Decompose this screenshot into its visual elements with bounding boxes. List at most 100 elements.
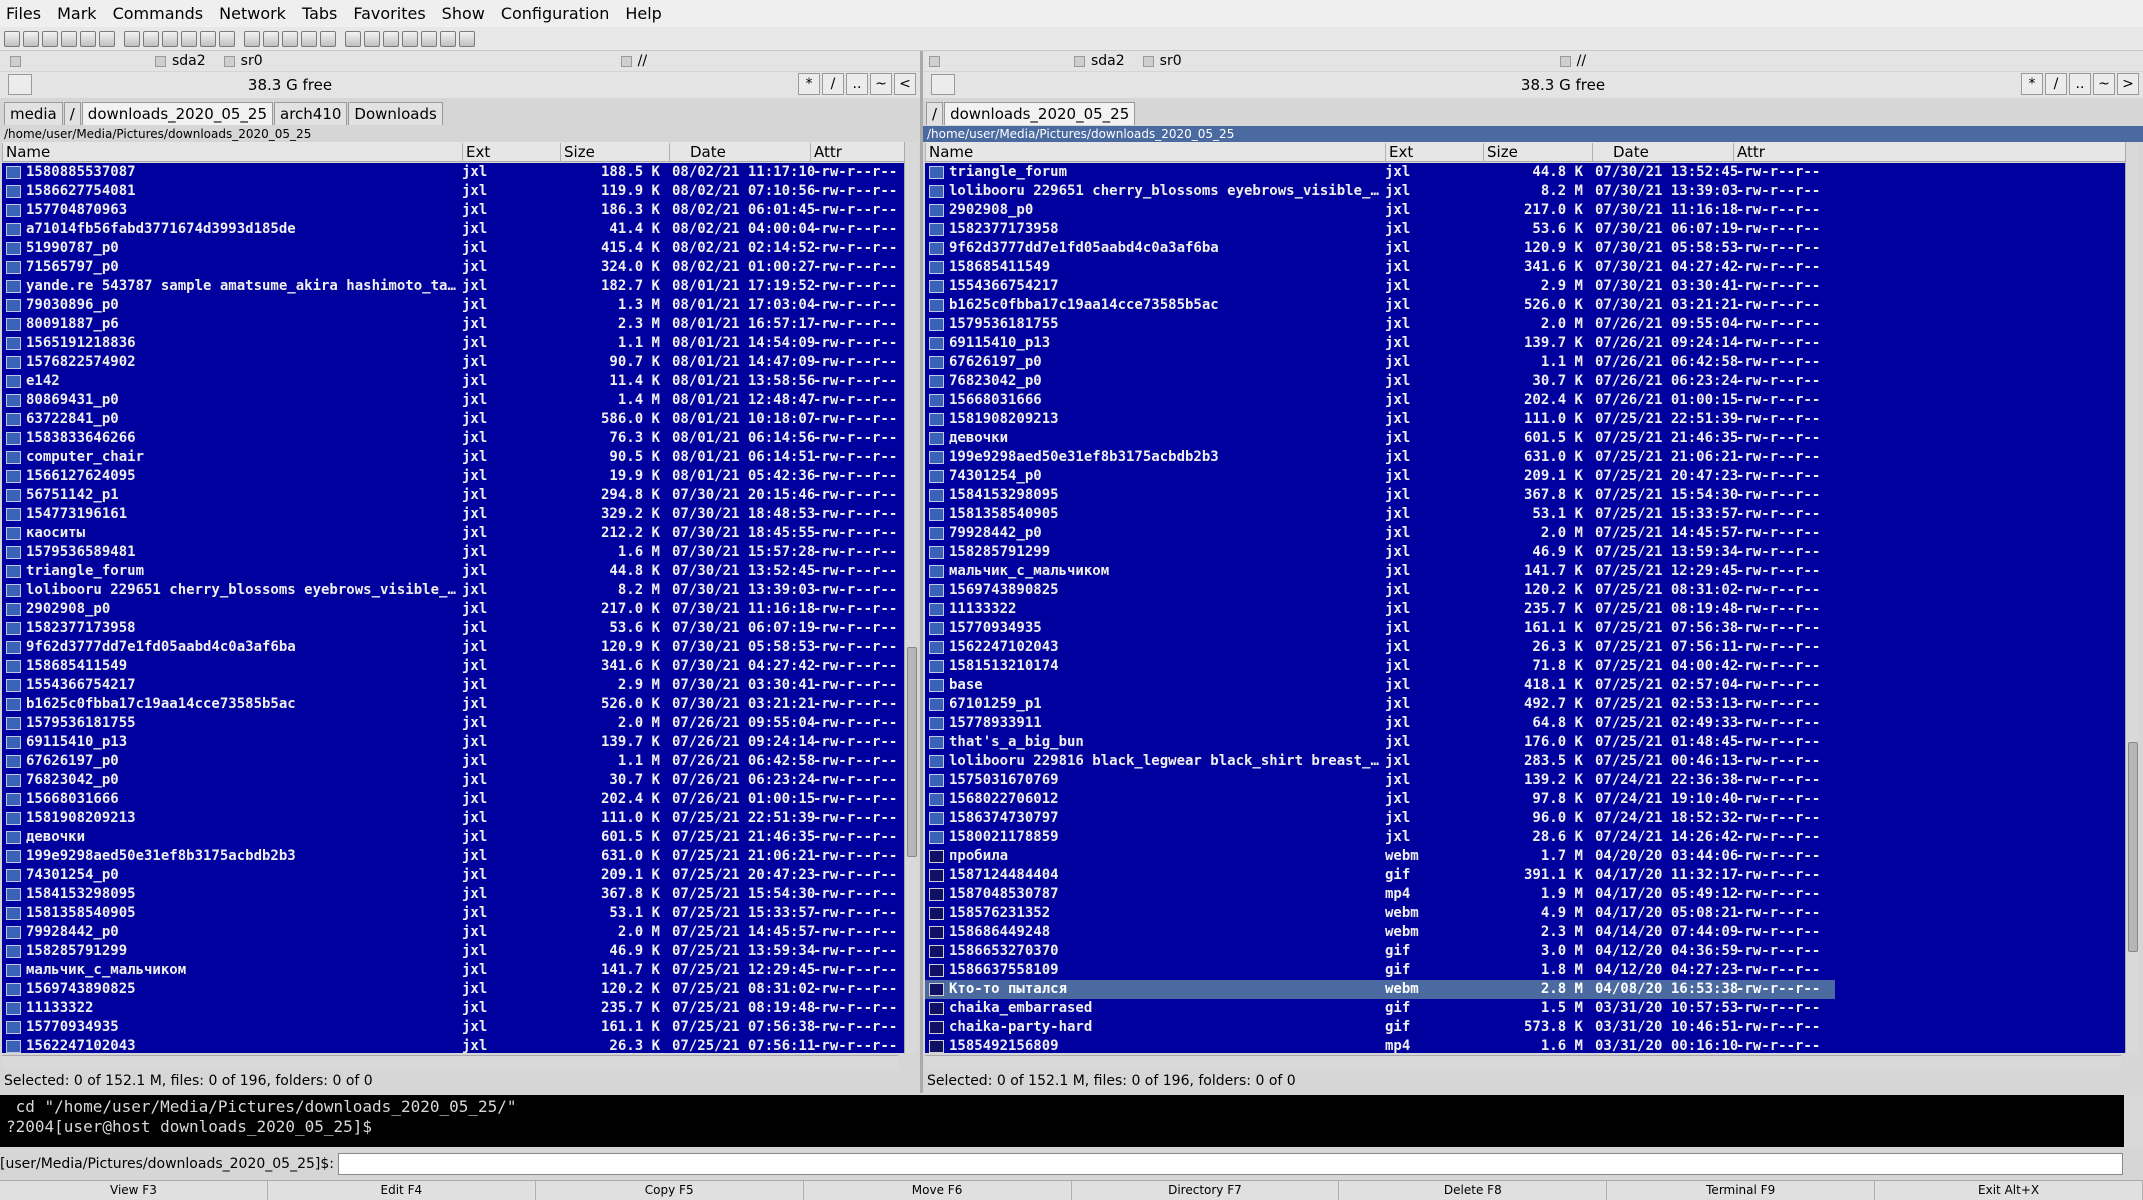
left-drive-sr0[interactable]: sr0 (223, 53, 263, 69)
terminal-output[interactable]: cd "/home/user/Media/Pictures/downloads_… (0, 1095, 2124, 1147)
file-row[interactable]: 1581908209213 jxl 111.0 K 07/25/21 22:51:39… (925, 410, 1835, 429)
fkey-copy-f5[interactable]: Copy F5 (535, 1181, 804, 1200)
file-row[interactable]: 80869431_p0 jxl 1.4 M 08/01/21 12:48:47 -rw-… (2, 391, 897, 410)
right-scroll-thumb[interactable] (2128, 742, 2138, 952)
left-nav-button-5[interactable]: < (894, 73, 916, 95)
file-row[interactable]: 76823042_p0 jxl 30.7 K 07/26/21 06:23:24 -rw… (2, 771, 897, 790)
file-row[interactable]: 1585492156809 mp4 1.6 M 03/31/20 00:16:10 -r… (925, 1037, 1835, 1053)
left-column-date[interactable]: Date (669, 143, 726, 161)
file-row[interactable]: 63722841_p0 jxl 586.0 K 08/01/21 10:18:07 -r… (2, 410, 897, 429)
toolbar-icon-12[interactable] (219, 30, 235, 47)
file-row[interactable]: 67101259_p1 jxl 492.7 K 07/25/21 02:53:13 -r… (925, 695, 1835, 714)
file-row[interactable]: 1584153298095 jxl 367.8 K 07/25/21 15:54:30… (925, 486, 1835, 505)
file-row[interactable]: chaika-party-hard gif 573.8 K 03/31/20 10:4… (925, 1018, 1835, 1037)
file-row[interactable]: 1579536181755 jxl 2.0 M 07/26/21 09:55:04 -r… (2, 714, 897, 733)
right-horizontal-scrollbar[interactable] (925, 1055, 2121, 1069)
right-drive-root[interactable]: // (1559, 53, 1586, 69)
left-column-size[interactable]: Size (560, 143, 595, 161)
file-row[interactable]: 2902908_p0 jxl 217.0 K 07/30/21 11:16:18 -rw… (925, 201, 1835, 220)
right-nav-button-4[interactable]: ~ (2093, 73, 2115, 95)
file-row[interactable]: 67626197_p0 jxl 1.1 M 07/26/21 06:42:58 -rw-… (925, 353, 1835, 372)
file-row[interactable]: 157704870963 jxl 186.3 K 08/02/21 06:01:45-… (2, 201, 897, 220)
right-nav-button-5[interactable]: > (2117, 73, 2139, 95)
file-row[interactable]: девочки jxl 601.5 K 07/25/21 21:46:35 -rw-r-… (2, 828, 897, 847)
left-nav-button-4[interactable]: ~ (870, 73, 892, 95)
file-row[interactable]: 1581358540905 jxl 53.1 K 07/25/21 15:33:57-… (925, 505, 1835, 524)
file-row[interactable]: 1579536181755 jxl 2.0 M 07/26/21 09:55:04 -r… (925, 315, 1835, 334)
file-row[interactable]: 76823042_p0 jxl 30.7 K 07/26/21 06:23:24 -rw… (925, 372, 1835, 391)
left-file-list[interactable]: 1580885537087 jxl 188.5 K 08/02/21 11:17:10… (2, 163, 904, 1053)
file-row[interactable]: 1586637558109 gif 1.8 M 04/12/20 04:27:23 -r… (925, 961, 1835, 980)
file-row[interactable]: 1581908209213 jxl 111.0 K 07/25/21 22:51:39… (2, 809, 897, 828)
menu-configuration[interactable]: Configuration (501, 4, 610, 23)
file-row[interactable]: 1565191218836 jxl 1.1 M 08/01/21 14:54:09 -r… (2, 334, 897, 353)
toolbar-icon-20[interactable] (383, 30, 399, 47)
file-row[interactable]: Кто-то пытался webm 2.8 M 04/08/20 16:53:38… (925, 980, 1835, 999)
left-tab-media[interactable]: media (4, 102, 63, 125)
left-column-ext[interactable]: Ext (462, 143, 490, 161)
file-row[interactable]: lolibooru 229651 cherry_blossoms eyebrow… (2, 581, 897, 600)
file-row[interactable]: that's_a_big_bun jxl 176.0 K 07/25/21 01:48… (925, 733, 1835, 752)
file-row[interactable]: мальчик_с_мальчиком jxl 141.7 K 07/25/21 12… (925, 562, 1835, 581)
file-row[interactable]: 1562247102043 jxl 26.3 K 07/25/21 07:56:11-… (925, 638, 1835, 657)
left-tab-item[interactable]: / (63, 102, 81, 125)
file-row[interactable]: a71014fb56fabd3771674d3993d185de jxl 41.4 … (2, 220, 897, 239)
file-row[interactable]: 1576822574902 jxl 90.7 K 08/01/21 14:47:09-… (2, 353, 897, 372)
left-scroll-thumb[interactable] (907, 647, 917, 857)
menu-favorites[interactable]: Favorites (353, 4, 425, 23)
file-row[interactable]: lolibooru 229651 cherry_blossoms eyebrow… (925, 182, 1835, 201)
file-row[interactable]: 1587048530787 mp4 1.9 M 04/17/20 05:49:12 -r… (925, 885, 1835, 904)
file-row[interactable]: 15668031666 jxl 202.4 K 07/26/21 01:00:15 -r… (2, 790, 897, 809)
file-row[interactable]: 74301254_p0 jxl 209.1 K 07/25/21 20:47:23 -r… (925, 467, 1835, 486)
file-row[interactable]: e142 jxl 11.4 K 08/01/21 13:58:56 -rw-r--r-- (2, 372, 897, 391)
toolbar-icon-24[interactable] (459, 30, 475, 47)
file-row[interactable]: 158685411549 jxl 341.6 K 07/30/21 04:27:42-… (2, 657, 897, 676)
file-row[interactable]: 158685411549 jxl 341.6 K 07/30/21 04:27:42-… (925, 258, 1835, 277)
right-column-ext[interactable]: Ext (1385, 143, 1413, 161)
right-column-attr[interactable]: Attr (1733, 143, 1765, 161)
left-tab-arch410[interactable]: arch410 (274, 102, 348, 125)
file-row[interactable]: 80091887_p6 jxl 2.3 M 08/01/21 16:57:17 -rw-… (2, 315, 897, 334)
file-row[interactable]: 158285791299 jxl 46.9 K 07/25/21 13:59:34 -r… (2, 942, 897, 961)
file-row[interactable]: 56751142_p1 jxl 294.8 K 07/30/21 20:15:46 -r… (2, 486, 897, 505)
file-row[interactable]: 11133322 jxl 235.7 K 07/25/21 08:19:48 -rw-r… (2, 999, 897, 1018)
file-row[interactable]: 154773196161 jxl 329.2 K 07/30/21 18:48:53-… (2, 505, 897, 524)
toolbar-icon-7[interactable] (124, 30, 140, 47)
right-nav-button-2[interactable]: / (2045, 73, 2067, 95)
toolbar-icon-8[interactable] (143, 30, 159, 47)
file-row[interactable]: 79030896_p0 jxl 1.3 M 08/01/21 17:03:04 -rw-… (2, 296, 897, 315)
file-row[interactable]: 158686449248 webm 2.3 M 04/14/20 07:44:09 -r… (925, 923, 1835, 942)
file-row[interactable]: пробила webm 1.7 M 04/20/20 03:44:06 -rw-r--… (925, 847, 1835, 866)
file-row[interactable]: 1554366754217 jxl 2.9 M 07/30/21 03:30:41 -r… (925, 277, 1835, 296)
file-row[interactable]: 1579536589481 jxl 1.6 M 07/30/21 15:57:28 -r… (2, 543, 897, 562)
toolbar-icon-11[interactable] (200, 30, 216, 47)
right-vertical-scrollbar[interactable] (2125, 142, 2139, 1053)
toolbar-icon-23[interactable] (440, 30, 456, 47)
file-row[interactable]: 9f62d3777dd7e1fd05aabd4c0a3af6ba jxl 120.9… (2, 638, 897, 657)
file-row[interactable]: triangle_forum jxl 44.8 K 07/30/21 13:52:45… (2, 562, 897, 581)
file-row[interactable]: 71565797_p0 jxl 324.0 K 08/02/21 01:00:27 -r… (2, 258, 897, 277)
file-row[interactable]: 1562247102043 jxl 26.3 K 07/25/21 07:56:11-… (2, 1037, 897, 1053)
file-row[interactable]: 1584153298095 jxl 367.8 K 07/25/21 15:54:30… (2, 885, 897, 904)
menu-network[interactable]: Network (219, 4, 286, 23)
fkey-terminal-f9[interactable]: Terminal F9 (1607, 1181, 1876, 1200)
file-row[interactable]: 1583833646266 jxl 76.3 K 08/01/21 06:14:56-… (2, 429, 897, 448)
file-row[interactable]: 1569743890825 jxl 120.2 K 07/25/21 08:31:02… (925, 581, 1835, 600)
toolbar-icon-17[interactable] (320, 30, 336, 47)
file-row[interactable]: 15770934935 jxl 161.1 K 07/25/21 07:56:38 -r… (2, 1018, 897, 1037)
file-row[interactable]: 1580021178859 jxl 28.6 K 07/24/21 14:26:42-… (925, 828, 1835, 847)
left-drive-root[interactable]: // (620, 53, 647, 69)
right-tab-downloads-2020-05-25[interactable]: downloads_2020_05_25 (944, 102, 1136, 125)
toolbar-icon-16[interactable] (301, 30, 317, 47)
toolbar-icon-4[interactable] (61, 30, 77, 47)
file-row[interactable]: 1581513210174 jxl 71.8 K 07/25/21 04:00:42-… (925, 657, 1835, 676)
toolbar-icon-5[interactable] (80, 30, 96, 47)
left-tab-downloads-2020-05-25[interactable]: downloads_2020_05_25 (81, 102, 273, 125)
file-row[interactable]: каоситы jxl 212.2 K 07/30/21 18:45:55 -rw-r-… (2, 524, 897, 543)
menu-show[interactable]: Show (442, 4, 485, 23)
left-drive-sda2[interactable]: sda2 (155, 53, 206, 69)
file-row[interactable]: 74301254_p0 jxl 209.1 K 07/25/21 20:47:23 -r… (2, 866, 897, 885)
file-row[interactable]: 9f62d3777dd7e1fd05aabd4c0a3af6ba jxl 120.9… (925, 239, 1835, 258)
right-drive-sr0[interactable]: sr0 (1142, 53, 1182, 69)
file-row[interactable]: 69115410_p13 jxl 139.7 K 07/26/21 09:24:14-… (925, 334, 1835, 353)
